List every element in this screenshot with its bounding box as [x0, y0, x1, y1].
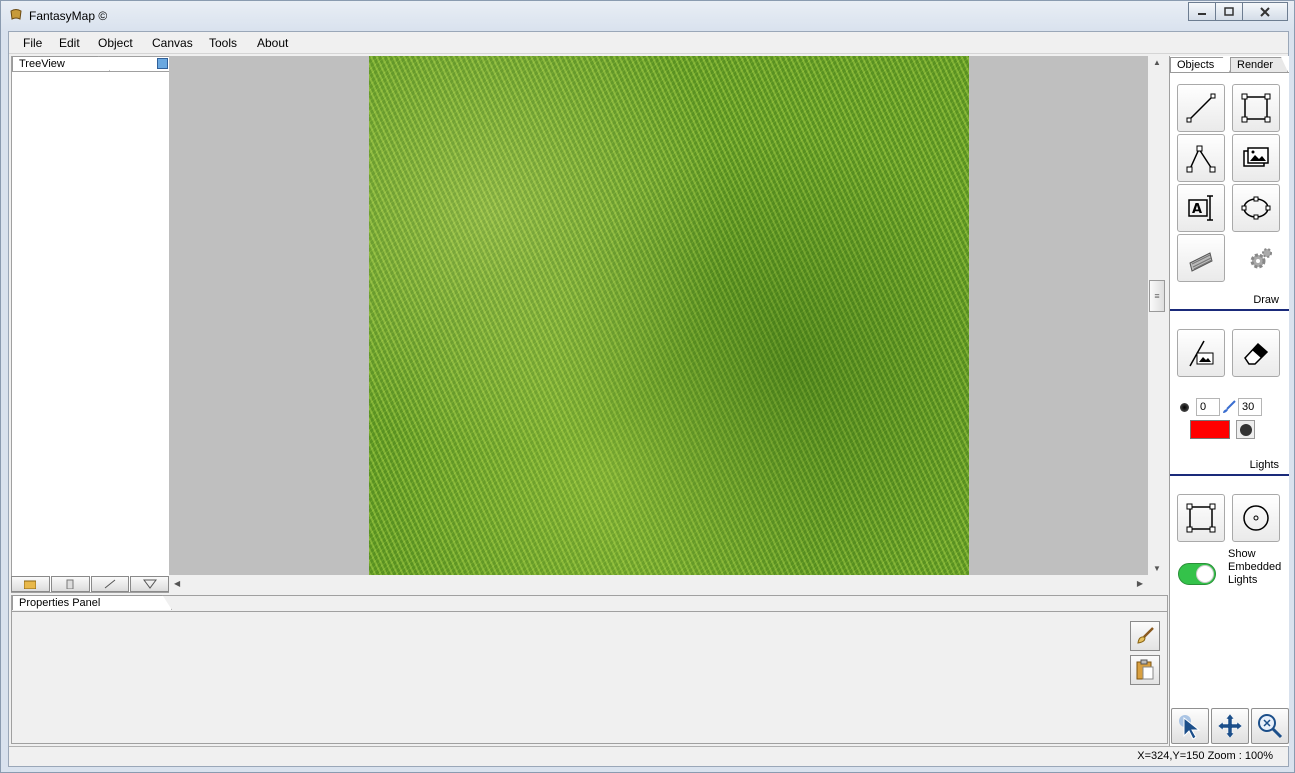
brush-color-swatch[interactable] — [1190, 420, 1230, 439]
folder-icon — [24, 580, 37, 589]
client-area: File Edit Object Canvas Tools About Tree… — [8, 31, 1289, 767]
brush-icon — [1137, 627, 1154, 644]
minimize-button[interactable] — [1188, 2, 1216, 21]
add-layer-button[interactable] — [11, 576, 50, 592]
polyline-icon — [1186, 145, 1216, 173]
line-icon — [1186, 93, 1216, 123]
brush-size-input[interactable]: 0 — [1196, 398, 1220, 416]
move-up-button[interactable] — [90, 576, 130, 592]
treeview-toolbar — [11, 576, 170, 594]
image-tool-button[interactable] — [1232, 134, 1280, 182]
paste-button[interactable] — [1130, 655, 1160, 685]
treeview-panel[interactable]: TreeView — [11, 56, 170, 593]
pan-tool-button[interactable] — [1211, 708, 1249, 744]
scroll-left-icon[interactable]: ◀ — [174, 579, 180, 588]
menu-bar: File Edit Object Canvas Tools About — [9, 32, 1288, 54]
draw-section-label: Draw — [1253, 294, 1279, 306]
app-icon — [10, 9, 22, 20]
show-lights-label: Show Embedded Lights — [1228, 548, 1282, 586]
menu-tools[interactable]: Tools — [209, 36, 237, 50]
rectangle-icon — [1241, 93, 1271, 123]
brush-opacity-icon — [1223, 400, 1236, 413]
select-tool-button[interactable] — [1171, 708, 1209, 744]
eraser-tool-button[interactable] — [1232, 329, 1280, 377]
rectangle-tool-button[interactable] — [1232, 84, 1280, 132]
tools-panel: Objects Render A Draw 0 30 Lights Show E… — [1169, 56, 1289, 746]
status-bar: X=324,Y=150 Zoom : 100% — [9, 746, 1288, 766]
texture-icon — [1189, 252, 1213, 272]
properties-panel: Properties Panel — [11, 595, 1168, 744]
gears-icon[interactable] — [1248, 246, 1274, 275]
tab-render[interactable]: Render — [1230, 57, 1288, 72]
paint-image-icon — [1189, 340, 1214, 367]
point-light-tool-button[interactable] — [1232, 494, 1280, 542]
menu-about[interactable]: About — [257, 36, 288, 50]
vertical-scroll-thumb[interactable]: ≡ — [1149, 280, 1165, 312]
polyline-tool-button[interactable] — [1177, 134, 1225, 182]
color-picker-button[interactable] — [1236, 420, 1255, 439]
zoom-tool-button[interactable] — [1251, 708, 1289, 744]
status-coordinates-zoom: X=324,Y=150 Zoom : 100% — [1137, 750, 1273, 762]
trash-icon — [66, 579, 74, 589]
rect-light-tool-button[interactable] — [1177, 494, 1225, 542]
zoom-icon — [1258, 714, 1283, 739]
scroll-right-icon[interactable]: ▶ — [1137, 579, 1143, 588]
color-dot-icon — [1239, 423, 1252, 436]
grass-texture-image[interactable] — [369, 56, 969, 575]
maximize-button[interactable] — [1215, 2, 1243, 21]
arrow-down-icon — [142, 579, 157, 589]
rect-light-icon — [1186, 503, 1216, 533]
vertical-scrollbar[interactable]: ▲ ≡ ▼ — [1148, 56, 1167, 575]
move-down-button[interactable] — [130, 576, 169, 592]
minimize-icon — [1198, 12, 1206, 15]
svg-text:A: A — [1192, 202, 1202, 217]
pointer-icon — [1179, 715, 1201, 740]
texture-tool-button[interactable] — [1177, 234, 1225, 282]
scroll-down-icon[interactable]: ▼ — [1153, 564, 1161, 573]
move-icon — [1217, 713, 1243, 739]
line-tool-button[interactable] — [1177, 84, 1225, 132]
menu-file[interactable]: File — [23, 36, 42, 50]
delete-button[interactable] — [50, 576, 90, 592]
close-button[interactable] — [1242, 2, 1288, 21]
brush-opacity-input[interactable]: 30 — [1238, 398, 1262, 416]
menu-canvas[interactable]: Canvas — [152, 36, 193, 50]
lights-section-label: Lights — [1249, 459, 1279, 471]
pin-icon[interactable] — [157, 58, 168, 69]
eraser-icon — [1244, 342, 1269, 365]
point-light-icon — [1243, 505, 1269, 531]
title-bar[interactable]: FantasyMap © — [1, 1, 1294, 31]
treeview-tab[interactable]: TreeView — [12, 56, 110, 71]
brush-size-icon — [1180, 403, 1189, 412]
tab-objects[interactable]: Objects — [1170, 57, 1230, 72]
app-window: FantasyMap © File Edit Object Canvas Too… — [0, 0, 1295, 773]
menu-object[interactable]: Object — [98, 36, 133, 50]
clipboard-icon — [1136, 659, 1154, 680]
text-icon: A — [1188, 195, 1213, 221]
ellipse-icon — [1241, 196, 1271, 220]
ellipse-tool-button[interactable] — [1232, 184, 1280, 232]
scroll-up-icon[interactable]: ▲ — [1153, 58, 1161, 67]
menu-edit[interactable]: Edit — [59, 36, 80, 50]
horizontal-scrollbar[interactable]: ◀ ▶ — [169, 575, 1148, 593]
map-canvas[interactable] — [169, 56, 1148, 575]
image-icon — [1243, 147, 1269, 167]
clear-properties-button[interactable] — [1130, 621, 1160, 651]
paint-brush-tool-button[interactable] — [1177, 329, 1225, 377]
text-tool-button[interactable]: A — [1177, 184, 1225, 232]
close-icon — [1260, 6, 1270, 17]
arrow-up-icon — [104, 579, 116, 589]
show-lights-toggle[interactable] — [1178, 563, 1216, 585]
maximize-icon — [1224, 7, 1234, 16]
properties-tab[interactable]: Properties Panel — [12, 595, 172, 610]
window-title: FantasyMap © — [29, 9, 108, 23]
